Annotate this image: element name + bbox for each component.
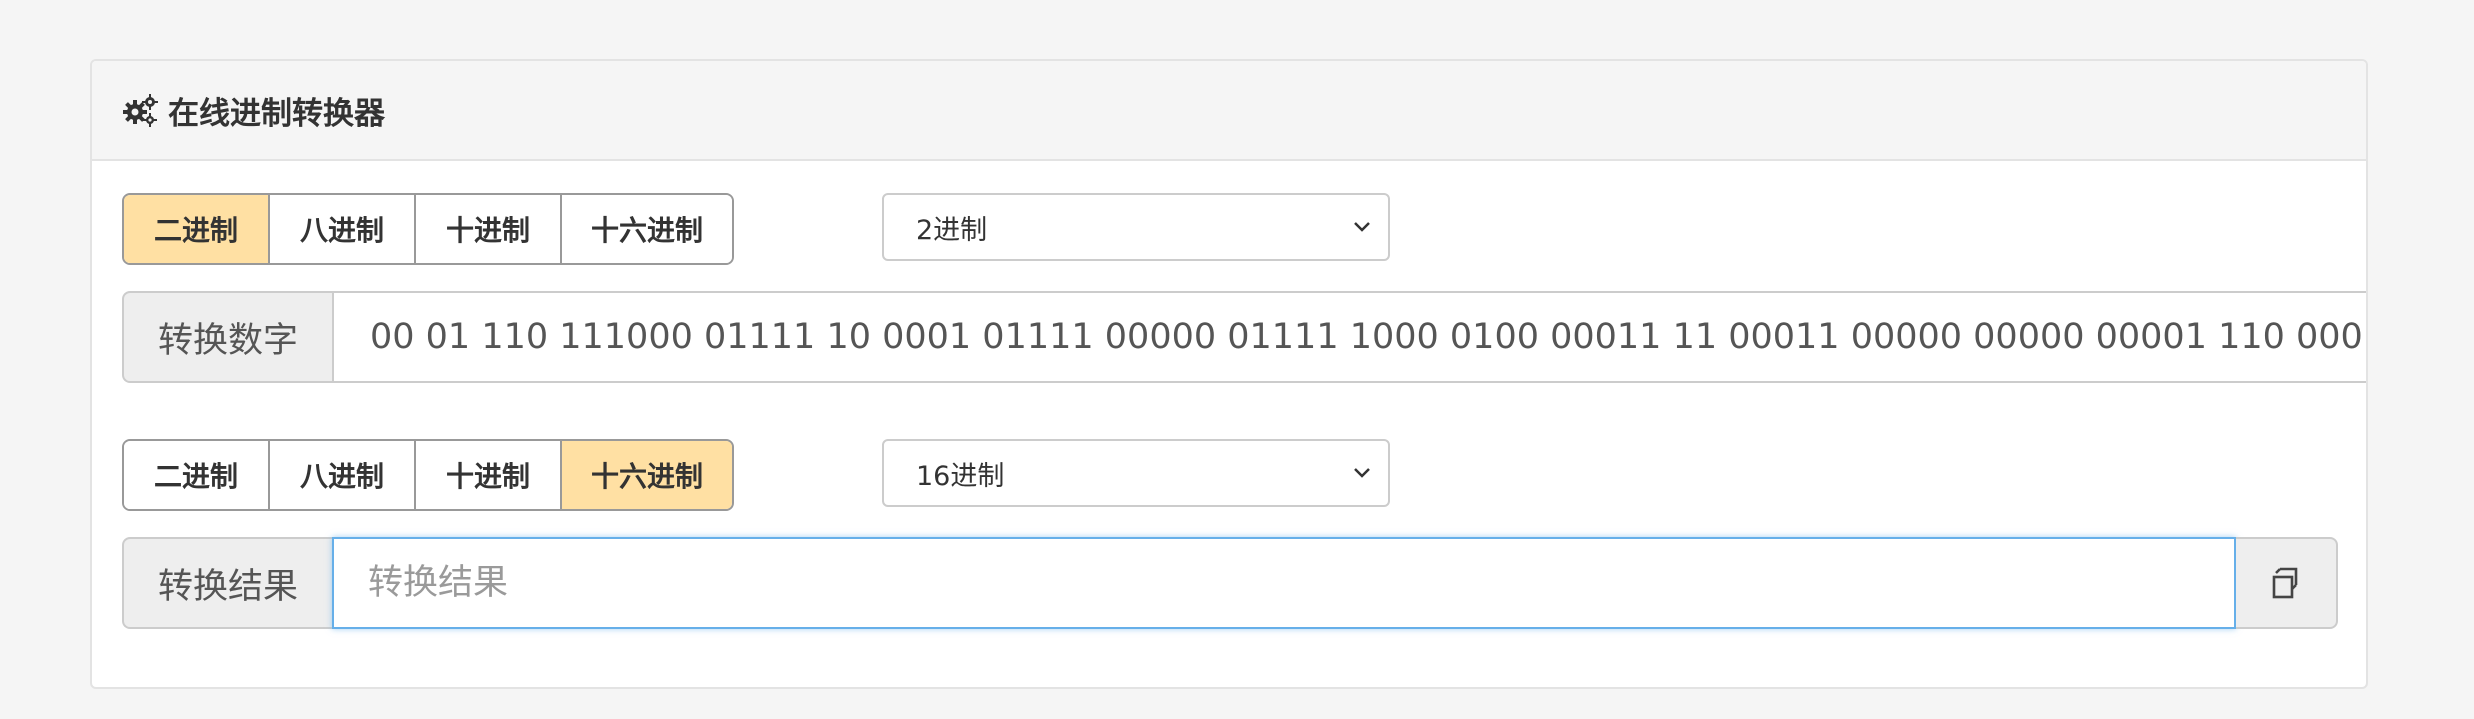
source-input-group: 转换数字 00 01 110 111000 01111 10 0001 0111… [122,291,2366,383]
source-tab-octal[interactable]: 八进制 [270,195,416,263]
target-base-select[interactable]: 16进制 [882,439,1390,507]
source-addon-label: 转换数字 [122,291,332,383]
chevron-down-icon [1354,222,1370,232]
source-tab-decimal[interactable]: 十进制 [416,195,562,263]
result-field[interactable] [332,537,2236,629]
copy-icon [2272,567,2298,599]
target-tab-decimal[interactable]: 十进制 [416,441,562,509]
gears-icon [122,92,158,128]
source-tab-binary[interactable]: 二进制 [124,195,270,263]
target-base-tabs: 二进制 八进制 十进制 十六进制 [122,439,734,511]
result-input[interactable] [366,562,2234,604]
result-addon-label: 转换结果 [122,537,332,629]
number-input[interactable]: 00 01 110 111000 01111 10 0001 01111 000… [332,291,2366,383]
target-tab-binary[interactable]: 二进制 [124,441,270,509]
panel-heading: 在线进制转换器 [92,61,2366,161]
page-title: 在线进制转换器 [168,95,385,132]
source-tab-hex[interactable]: 十六进制 [562,195,732,263]
target-select-value: 16进制 [916,460,1005,492]
copy-button[interactable] [2236,537,2338,629]
chevron-down-icon [1354,468,1370,478]
result-input-group: 转换结果 [122,537,2338,629]
target-tab-hex[interactable]: 十六进制 [562,441,732,509]
target-tab-octal[interactable]: 八进制 [270,441,416,509]
converter-panel: 在线进制转换器 二进制 八进制 十进制 十六进制 2进制 转换数字 00 01 … [90,59,2368,689]
source-base-select[interactable]: 2进制 [882,193,1390,261]
source-base-tabs: 二进制 八进制 十进制 十六进制 [122,193,734,265]
source-select-value: 2进制 [916,214,988,246]
